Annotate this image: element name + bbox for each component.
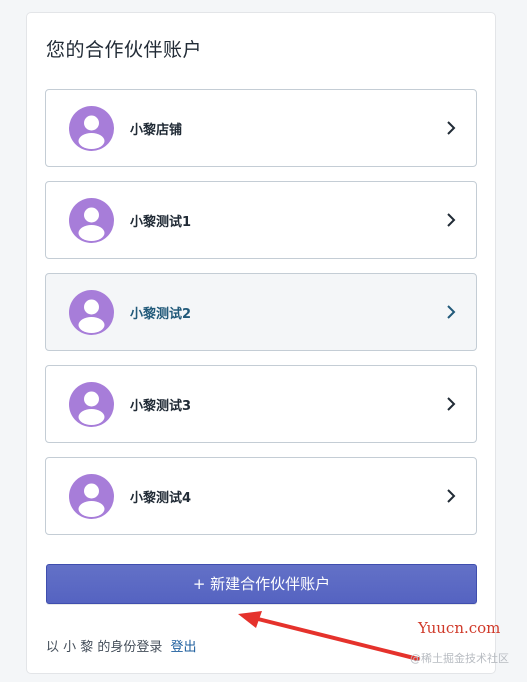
account-row[interactable]: 小黎测试4 — [45, 457, 477, 535]
chevron-right-icon — [444, 302, 458, 322]
user-avatar-icon — [69, 290, 114, 335]
chevron-right-icon — [444, 118, 458, 138]
chevron-right-icon — [444, 394, 458, 414]
red-arrow-annotation — [238, 611, 420, 661]
partner-accounts-card: 您的合作伙伴账户 小黎店铺小黎测试1 小黎测试2 小黎测试3 小黎测试4 + 新建合作… — [26, 12, 496, 674]
create-partner-account-button[interactable]: + 新建合作伙伴账户 — [46, 564, 477, 604]
login-status: 以 小 黎 的身份登录 登出 — [46, 636, 197, 655]
chevron-right-icon — [444, 486, 458, 506]
account-row[interactable]: 小黎店铺 — [45, 89, 477, 167]
user-avatar-icon — [69, 106, 114, 151]
watermark-community: @稀土掘金技术社区 — [410, 652, 509, 665]
watermark-site: Yuucn.com — [418, 619, 501, 637]
account-name: 小黎测试1 — [130, 215, 192, 230]
account-row[interactable]: 小黎测试3 — [45, 365, 477, 443]
login-status-text: 以 小 黎 的身份登录 — [46, 640, 163, 655]
account-name: 小黎测试4 — [130, 491, 192, 506]
account-name: 小黎测试3 — [130, 399, 192, 414]
account-name: 小黎测试2 — [130, 307, 192, 322]
user-avatar-icon — [69, 198, 114, 243]
account-name: 小黎店铺 — [130, 123, 183, 138]
logout-link[interactable]: 登出 — [171, 640, 197, 655]
user-avatar-icon — [69, 382, 114, 427]
chevron-right-icon — [444, 210, 458, 230]
account-row[interactable]: 小黎测试2 — [45, 273, 477, 351]
user-avatar-icon — [69, 474, 114, 519]
account-row[interactable]: 小黎测试1 — [45, 181, 477, 259]
page-title: 您的合作伙伴账户 — [46, 39, 203, 61]
